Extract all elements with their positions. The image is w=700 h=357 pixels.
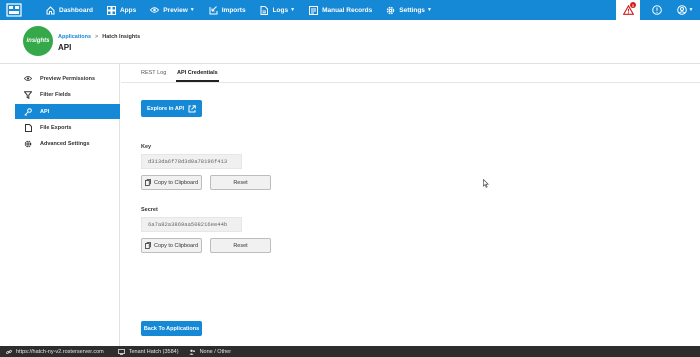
status-url-text: https://hatch-ny-v2.rosterserver.com [16,348,104,355]
reset-key-button[interactable]: Reset [210,175,271,190]
sidebar-item-preview-permissions[interactable]: Preview Permissions [15,71,120,86]
document-icon [260,5,269,15]
copy-icon [145,179,151,186]
help-button[interactable] [646,5,668,15]
external-link-icon [188,104,196,112]
sidebar-item-label: Filter Fields [40,91,71,98]
sidebar-item-label: API [40,108,50,115]
copy-icon [145,242,151,249]
user-icon [676,5,687,15]
nav-dashboard[interactable]: Dashboard [46,5,93,15]
nav-apps-label: Apps [119,6,137,14]
nav-preview[interactable]: Preview ▼ [150,6,195,15]
alert-count-badge: 5 [630,2,636,8]
nav-settings[interactable]: Settings ▼ [386,6,432,15]
mouse-cursor-icon [483,175,489,193]
nav-dashboard-label: Dashboard [59,6,93,14]
status-user[interactable]: None / Other [189,348,232,355]
chevron-down-icon: ▼ [426,7,432,13]
chevron-down-icon: ▼ [688,7,694,13]
info-icon [652,5,662,15]
chevron-down-icon: ▼ [290,7,296,13]
copy-key-label: Copy to Clipboard [153,179,199,186]
nav-preview-label: Preview [163,6,188,14]
reset-secret-button[interactable]: Reset [210,238,271,253]
explore-in-api-label: Explore in API [146,105,185,112]
eye-icon [24,75,32,83]
breadcrumb-separator: > [95,34,99,40]
nav-logs-label: Logs [272,6,289,14]
status-bar: https://hatch-ny-v2.rosterserver.com Ten… [0,346,700,357]
copy-secret-button[interactable]: Copy to Clipboard [141,238,202,253]
key-icon [24,107,32,116]
status-tenant[interactable]: Tenant Hatch (3584) [117,348,179,355]
nav-manual-records[interactable]: Manual Records [309,5,373,15]
sidebar-item-api[interactable]: API [15,104,120,119]
key-label: Key [141,144,152,150]
back-to-applications-button[interactable]: Back To Applications [141,321,202,336]
status-user-text: None / Other [199,348,232,355]
secret-field[interactable]: 6a7a82a3869aa508216ee44b [141,217,242,232]
top-nav-bar: Dashboard Apps Preview ▼ Imports Logs ▼ … [0,0,700,20]
breadcrumb-applications[interactable]: Applications [58,34,91,40]
link-icon [6,349,12,355]
sidebar-item-filter-fields[interactable]: Filter Fields [15,87,120,102]
reset-key-label: Reset [233,179,248,186]
import-icon [209,5,218,15]
sidebar-item-file-exports[interactable]: File Exports [15,120,120,135]
gear-icon [386,6,395,15]
explore-in-api-button[interactable]: Explore in API [141,100,202,117]
breadcrumb-current: Hatch Insights [102,34,141,40]
page-header: insights Applications > Hatch Insights A… [0,20,700,64]
status-url[interactable]: https://hatch-ny-v2.rosterserver.com [6,349,104,355]
nav-apps[interactable]: Apps [106,5,137,15]
back-to-applications-label: Back To Applications [143,325,200,332]
monitor-icon [117,348,125,355]
key-field[interactable]: d313da6f78d3d0a78196f413 [141,154,242,169]
nav-manual-records-label: Manual Records [322,6,373,14]
status-tenant-text: Tenant Hatch (3584) [128,348,179,355]
nav-imports[interactable]: Imports [209,5,246,15]
breadcrumb: Applications > Hatch Insights [58,34,140,40]
file-icon [24,123,32,132]
sidebar-item-label: File Exports [40,124,72,131]
app-logo-text: insights [26,38,50,44]
nav-settings-label: Settings [399,6,425,14]
list-icon [309,5,319,15]
tab-rest-log[interactable]: REST Log [141,70,166,76]
grid-icon [106,5,116,15]
copy-key-button[interactable]: Copy to Clipboard [141,175,202,190]
app-logo-icon[interactable] [4,0,24,20]
chevron-down-icon: ▼ [189,7,195,13]
users-icon [189,349,196,355]
nav-right-group: 5 ▼ [616,0,700,20]
reset-secret-label: Reset [233,242,248,249]
user-menu-button[interactable]: ▼ [674,5,696,15]
home-icon [46,5,55,15]
copy-secret-label: Copy to Clipboard [153,242,199,249]
nav-logs[interactable]: Logs ▼ [260,5,296,15]
page-title: API [58,43,72,52]
secret-label: Secret [141,207,158,213]
filter-icon [24,90,32,99]
sidebar-item-label: Preview Permissions [40,75,96,82]
sidebar: Preview Permissions Filter Fields API Fi… [0,64,120,346]
nav-imports-label: Imports [221,6,246,14]
alerts-button[interactable]: 5 [616,0,640,20]
tabs-divider [121,82,700,83]
app-logo: insights [23,26,53,56]
sidebar-item-label: Advanced Settings [40,140,90,147]
tab-api-credentials[interactable]: API Credentials [177,70,218,76]
eye-icon [150,6,160,15]
gear-icon [24,140,32,148]
sidebar-item-advanced-settings[interactable]: Advanced Settings [15,136,120,151]
